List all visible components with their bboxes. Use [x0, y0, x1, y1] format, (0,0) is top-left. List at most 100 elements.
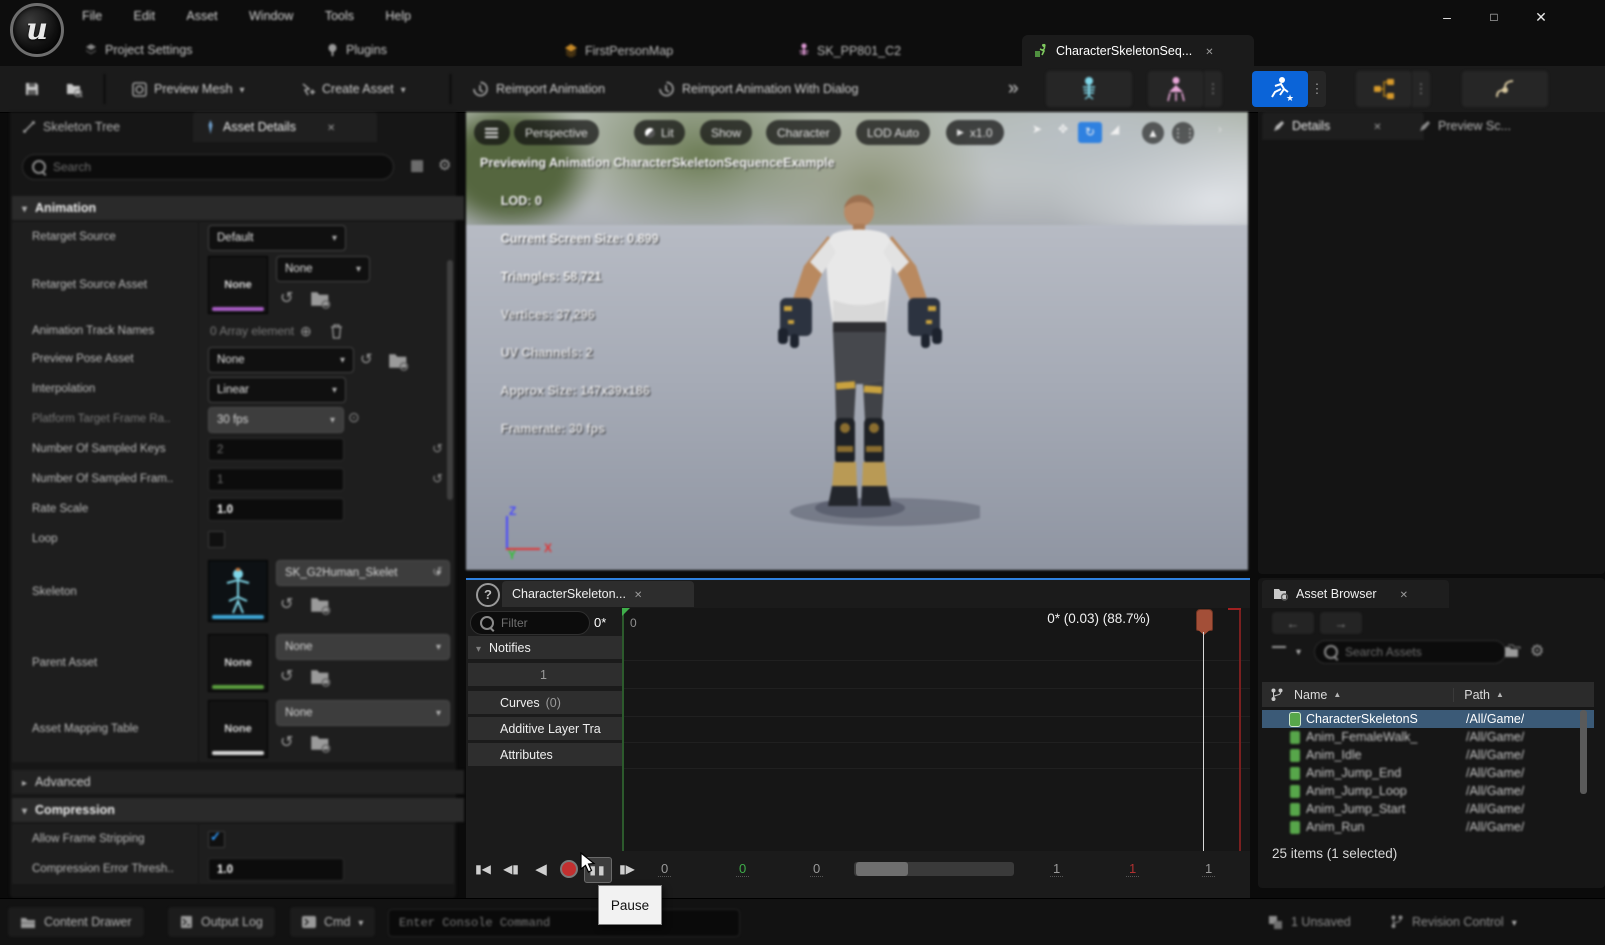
use-selected-icon[interactable] — [280, 594, 302, 616]
asset-search-input[interactable]: Search Assets — [1314, 640, 1506, 664]
reimport-animation-button[interactable]: Reimport Animation — [462, 73, 615, 105]
menu-help[interactable]: Help — [371, 0, 425, 32]
browse-icon[interactable] — [310, 594, 332, 616]
source-control-column-icon[interactable] — [1270, 687, 1284, 703]
timeline-filter-input[interactable]: Filter — [470, 611, 590, 635]
track-attributes[interactable]: Attributes — [468, 743, 636, 766]
translate-tool-icon[interactable]: ✥ — [1058, 122, 1068, 136]
playback-range-start[interactable]: 0 — [736, 861, 749, 877]
tab-close-icon[interactable] — [1400, 587, 1408, 601]
menu-file[interactable]: File — [68, 0, 116, 32]
unreal-logo[interactable]: u — [10, 3, 64, 57]
browser-settings-gear-icon[interactable]: ⚙ — [1530, 641, 1544, 661]
view-range-start[interactable]: 0 — [658, 861, 671, 877]
column-path[interactable]: Path — [1453, 688, 1490, 702]
preview-pose-asset-dropdown[interactable]: None — [208, 347, 354, 373]
add-array-element-icon[interactable]: ⊕ — [300, 323, 312, 340]
perspective-dropdown[interactable]: Perspective — [514, 120, 599, 145]
asset-mapping-dropdown[interactable]: None — [276, 700, 450, 726]
asset-browser-scrollbar[interactable] — [1580, 710, 1587, 794]
allow-frame-stripping-checkbox[interactable]: ✓ — [208, 831, 225, 848]
save-button[interactable] — [14, 73, 50, 105]
track-notifies[interactable]: Notifies — [468, 636, 636, 659]
skeleton-thumbnail[interactable] — [208, 560, 268, 622]
playhead-handle[interactable] — [1196, 609, 1213, 631]
back-button[interactable]: ← — [1272, 612, 1314, 634]
to-front-button[interactable]: ▮◀ — [470, 857, 496, 881]
use-selected-icon[interactable] — [280, 666, 302, 688]
step-backward-button[interactable]: ◀▮ — [498, 857, 524, 881]
rate-scale-input[interactable]: 1.0 — [208, 498, 344, 521]
folders-icon[interactable] — [1504, 644, 1522, 659]
output-log-button[interactable]: Output Log — [168, 907, 275, 937]
menu-window[interactable]: Window — [235, 0, 307, 32]
browse-icon[interactable] — [310, 732, 332, 754]
use-selected-icon[interactable] — [280, 732, 302, 754]
interpolation-dropdown[interactable]: Linear — [208, 377, 346, 403]
parent-asset-dropdown[interactable]: None — [276, 634, 450, 660]
record-button[interactable] — [556, 857, 582, 881]
use-selected-icon[interactable] — [280, 288, 302, 310]
reset-to-default-icon[interactable] — [432, 471, 443, 487]
asset-row[interactable]: Anim_Idle/All/Game/ — [1262, 746, 1594, 764]
viewport-menu-icon[interactable] — [474, 120, 510, 145]
select-tool-icon[interactable]: ➤ — [1032, 122, 1042, 136]
reset-to-default-icon[interactable] — [432, 441, 443, 457]
scale-tool-icon[interactable]: ◢ — [1110, 122, 1119, 136]
tab-skeleton-tree[interactable]: Skeleton Tree — [10, 112, 132, 142]
lod-auto-dropdown[interactable]: LOD Auto — [856, 120, 930, 145]
sequence-end-value[interactable]: 1 — [1202, 861, 1215, 877]
compression-error-threshold-input[interactable]: 1.0 — [208, 858, 344, 881]
timeline-zoom-scrollbar[interactable] — [854, 862, 1014, 876]
menu-asset[interactable]: Asset — [172, 0, 231, 32]
tab-close-icon[interactable] — [1205, 44, 1213, 58]
asset-row[interactable]: Anim_Jump_Start/All/Game/ — [1262, 800, 1594, 818]
mesh-mode-menu-icon[interactable] — [1204, 71, 1222, 107]
forward-button[interactable]: → — [1320, 612, 1362, 634]
sampled-keys-input[interactable]: 2 — [208, 438, 344, 461]
revision-control-button[interactable]: Revision Control — [1390, 907, 1517, 937]
details-scrollbar[interactable] — [447, 260, 453, 500]
skeleton-mode-button[interactable] — [1046, 71, 1132, 107]
current-frame-value[interactable]: 0 — [810, 861, 823, 877]
use-selected-icon[interactable] — [360, 350, 382, 372]
step-forward-button[interactable]: ▮▶ — [614, 857, 640, 881]
create-asset-button[interactable]: Create Asset — [290, 73, 416, 105]
track-additive-layer[interactable]: Additive Layer Tra — [468, 717, 636, 740]
skeleton-dropdown[interactable]: SK_G2Human_Skelet — [276, 560, 450, 586]
animation-mode-menu-icon[interactable] — [1308, 71, 1326, 107]
browse-icon[interactable] — [388, 350, 410, 372]
tab-preview-scene[interactable]: Preview Sc... — [1408, 112, 1560, 140]
asset-row[interactable]: Anim_Jump_End/All/Game/ — [1262, 764, 1594, 782]
physics-mode-button[interactable] — [1462, 71, 1548, 107]
scrollbar-handle[interactable] — [856, 862, 908, 876]
tab-asset-browser[interactable]: Asset Browser — [1262, 580, 1449, 608]
reset-to-default-icon[interactable] — [432, 564, 443, 580]
viewport-toolbar-expand-icon[interactable]: › — [1218, 122, 1222, 136]
menu-edit[interactable]: Edit — [120, 0, 170, 32]
asset-row[interactable]: Anim_Run/All/Game/ — [1262, 818, 1594, 836]
timeline-track-area[interactable]: 0 0* (0.03) (88.7%) — [622, 608, 1250, 851]
browse-icon[interactable] — [310, 666, 332, 688]
current-frame-badge[interactable]: 0* — [594, 615, 606, 630]
section-advanced[interactable]: Advanced — [12, 770, 464, 794]
rotate-tool-icon[interactable]: ↻ — [1078, 122, 1102, 143]
clear-array-trash-icon[interactable] — [330, 324, 343, 339]
section-animation[interactable]: Animation — [12, 196, 464, 220]
mesh-mode-button[interactable] — [1148, 71, 1204, 107]
column-view-icon[interactable]: ▦ — [410, 156, 424, 174]
timeline-tab[interactable]: CharacterSkeleton... — [502, 581, 694, 607]
asset-row[interactable]: Anim_Jump_Loop/All/Game/ — [1262, 782, 1594, 800]
console-command-input[interactable]: Enter Console Command — [388, 909, 740, 937]
content-drawer-button[interactable]: Content Drawer — [8, 907, 144, 937]
details-settings-gear-icon[interactable]: ⚙ — [438, 156, 451, 174]
plugins-button[interactable]: Plugins — [326, 33, 387, 66]
tab-close-icon[interactable] — [1373, 119, 1381, 133]
maximize-icon[interactable]: □ — [1477, 4, 1511, 30]
preview-viewport[interactable]: Perspective Lit Show Character LOD Auto … — [466, 112, 1248, 570]
retarget-source-asset-dropdown[interactable]: None — [276, 256, 370, 282]
toolbar-overflow-icon[interactable] — [1008, 78, 1019, 100]
close-icon[interactable]: ✕ — [1524, 4, 1558, 30]
asset-row[interactable]: CharacterSkeletonS/All/Game/ — [1262, 710, 1594, 728]
target-icon[interactable]: ⊙ — [348, 409, 360, 426]
